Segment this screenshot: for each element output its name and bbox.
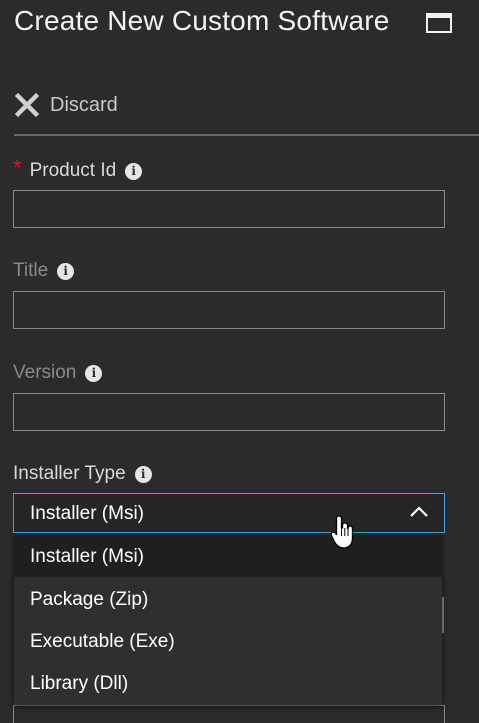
installer-type-dropdown: Installer (Msi) Package (Zip) Executable… — [14, 535, 442, 705]
dropdown-option-msi[interactable]: Installer (Msi) — [14, 535, 442, 577]
version-label: Version — [13, 362, 77, 383]
hand-cursor-icon — [330, 515, 354, 549]
discard-button[interactable]: Discard — [14, 90, 118, 120]
title-label-row: Title i — [13, 260, 75, 282]
product-id-label: Product Id — [29, 160, 117, 181]
blade-header: Create New Custom Software — [0, 0, 479, 52]
title-label: Title — [13, 260, 49, 281]
info-icon[interactable]: i — [57, 262, 75, 280]
dropdown-option-dll[interactable]: Library (Dll) — [14, 662, 442, 704]
obscured-field — [13, 705, 445, 723]
title-field[interactable] — [13, 291, 445, 329]
installer-type-label-row: Installer Type i — [13, 463, 152, 485]
product-id-field[interactable] — [13, 190, 445, 228]
info-icon[interactable]: i — [85, 364, 103, 382]
version-field[interactable] — [13, 393, 445, 431]
installer-type-selected-value: Installer (Msi) — [30, 503, 145, 524]
divider — [14, 134, 479, 136]
info-icon[interactable]: i — [125, 162, 143, 180]
info-icon[interactable]: i — [134, 465, 152, 483]
close-x-icon — [14, 92, 40, 118]
discard-label: Discard — [50, 93, 118, 116]
version-label-row: Version i — [13, 362, 103, 384]
product-id-label-row: * Product Id i — [13, 155, 143, 184]
dropdown-option-exe[interactable]: Executable (Exe) — [14, 620, 442, 662]
installer-type-label: Installer Type — [13, 463, 126, 484]
required-asterisk: * — [13, 155, 22, 180]
obscured-field-edge — [442, 597, 444, 633]
installer-type-select[interactable]: Installer (Msi) — [13, 493, 445, 533]
chevron-up-icon — [410, 506, 428, 517]
command-bar: Discard — [0, 84, 479, 128]
dropdown-option-zip[interactable]: Package (Zip) — [14, 578, 442, 620]
page-title: Create New Custom Software — [14, 5, 390, 36]
maximize-icon[interactable] — [426, 13, 452, 33]
